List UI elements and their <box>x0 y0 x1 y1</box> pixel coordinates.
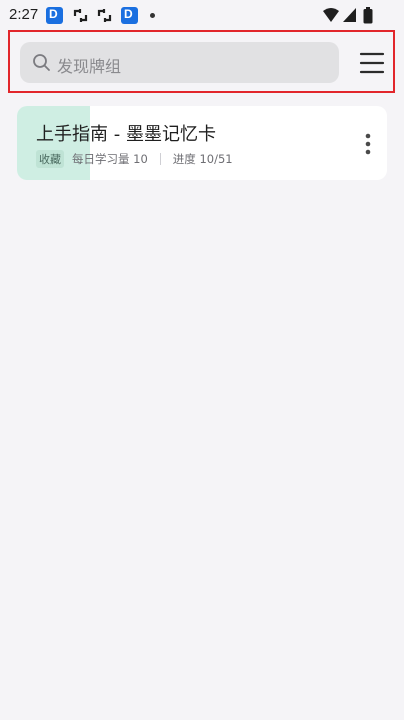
sync-icon <box>72 7 89 24</box>
deck-meta: 收藏 每日学习量 10 进度 10/51 <box>36 150 233 168</box>
collected-tag: 收藏 <box>36 150 64 168</box>
deck-card[interactable]: 上手指南 - 墨墨记忆卡 收藏 每日学习量 10 进度 10/51 <box>17 106 387 180</box>
deck-progress-text: 进度 10/51 <box>172 152 233 166</box>
hamburger-menu-icon <box>356 52 388 82</box>
daily-study-amount: 每日学习量 10 <box>72 152 148 166</box>
meta-divider <box>159 153 161 165</box>
sync-icon <box>96 7 113 24</box>
search-input[interactable]: 发现牌组 <box>20 42 339 83</box>
status-bar: 2:27 D D <box>0 0 404 32</box>
battery-icon <box>363 7 373 28</box>
status-time: 2:27 <box>9 6 39 23</box>
deck-title: 上手指南 - 墨墨记忆卡 <box>36 124 216 145</box>
deck-more-button[interactable] <box>357 130 379 158</box>
d-app-icon: D <box>46 7 63 24</box>
d-app-icon: D <box>121 7 138 24</box>
search-placeholder: 发现牌组 <box>57 57 122 76</box>
menu-button[interactable] <box>356 48 388 78</box>
more-vertical-icon <box>357 133 379 162</box>
notification-dot-icon <box>150 13 155 18</box>
search-icon <box>32 53 51 76</box>
cell-signal-icon <box>342 7 357 27</box>
wifi-icon <box>322 7 340 27</box>
